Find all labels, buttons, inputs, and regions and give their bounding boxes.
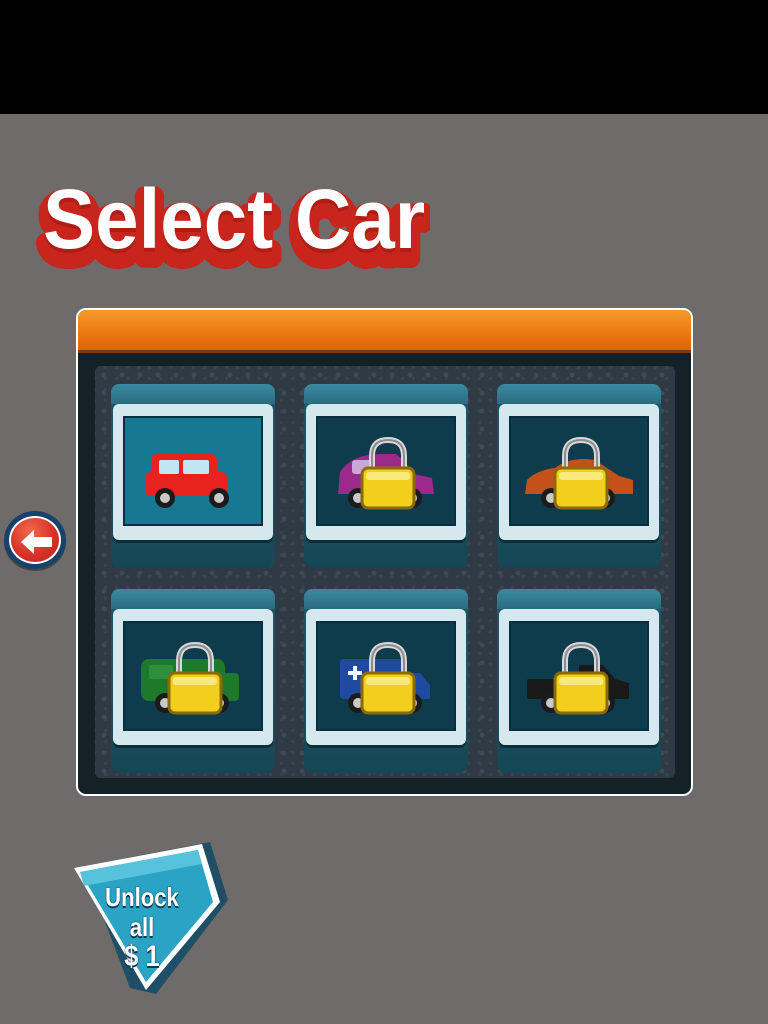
slot-top-bar [497,589,661,609]
panel-header-bar [78,310,691,353]
title-text-face: Select Car [43,173,425,266]
slot-screen [509,621,649,731]
car-slot-red-jeep[interactable] [111,384,275,568]
slot-screen [509,416,649,526]
car-selection-panel [76,308,693,796]
car-slot-green-van[interactable] [111,589,275,773]
slot-card [306,404,466,540]
back-button-face [9,516,61,564]
lock-icon [360,436,416,510]
back-button[interactable] [4,511,66,569]
slot-screen [123,621,263,731]
car-slot-blue-ambulance[interactable] [304,589,468,773]
slot-top-bar [111,589,275,609]
slot-screen [123,416,263,526]
slot-card [113,609,273,745]
lock-icon [553,436,609,510]
unlock-all-button[interactable]: Unlock all $ 1 [70,838,230,998]
car-slot-orange-sports-car[interactable] [497,384,661,568]
slot-card [113,404,273,540]
unlock-price: $ 1 [124,940,160,973]
car-grid [95,366,675,778]
slot-top-bar [304,589,468,609]
car-icon [145,454,229,508]
lock-icon [167,641,223,715]
slot-screen [316,416,456,526]
unlock-label: Unlock all $ 1 [91,882,193,972]
page-title: Select Car Select Car Select Car [30,166,430,278]
slot-card [306,609,466,745]
slot-card [499,404,659,540]
arrow-left-icon [21,530,52,554]
car-slot-black-pickup[interactable] [497,589,661,773]
top-black-bar [0,0,768,114]
car-slot-purple-car[interactable] [304,384,468,568]
slot-top-bar [497,384,661,404]
slot-top-bar [304,384,468,404]
unlock-line-1: Unlock all [105,882,179,942]
slot-screen [316,621,456,731]
lock-icon [360,641,416,715]
slot-card [499,609,659,745]
lock-icon [553,641,609,715]
slot-top-bar [111,384,275,404]
